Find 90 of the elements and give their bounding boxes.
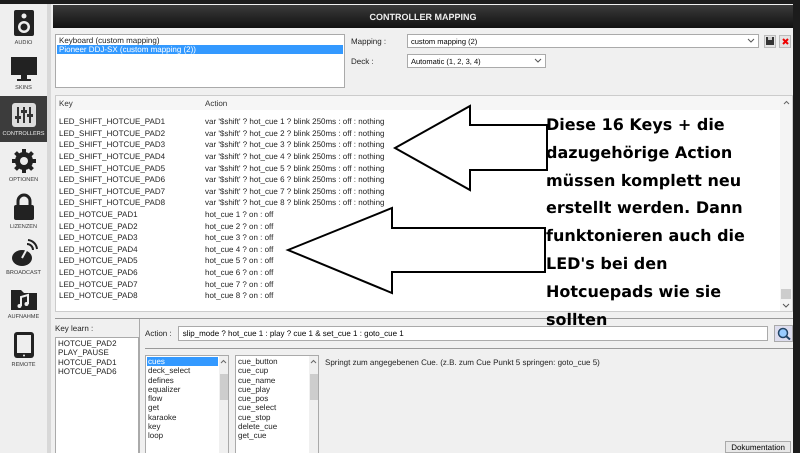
tablet-icon xyxy=(12,330,34,358)
action-cell: hot_cue 6 ? on : off xyxy=(205,268,274,278)
list-item[interactable]: key xyxy=(147,422,218,432)
action-cell: hot_cue 4 ? on : off xyxy=(205,244,274,254)
list-item[interactable]: karaoke xyxy=(147,412,218,422)
save-button[interactable] xyxy=(764,34,776,48)
action-cell: hot_cue 3 ? on : off xyxy=(205,233,274,242)
key-cell-text: LED_SHIFT_HOTCUE_PAD3 xyxy=(58,140,166,150)
chevron-down-icon xyxy=(747,38,755,44)
list-item[interactable]: cue_stop xyxy=(237,412,308,422)
action-cell: hot_cue 7 ? on : off xyxy=(205,280,274,289)
device-list[interactable]: Keyboard (custom mapping) Pioneer DDJ-SX (custom mapping (2)) xyxy=(55,34,345,88)
documentation-button[interactable]: Dokumentation xyxy=(725,441,791,453)
chevron-up-icon xyxy=(782,100,790,105)
search-button[interactable] xyxy=(774,325,793,342)
key-cell-text: LED_SHIFT_HOTCUE_PAD2 xyxy=(58,128,166,138)
chevron-up-icon xyxy=(220,359,227,364)
list-item[interactable]: HOTCUE_PAD6 xyxy=(57,366,137,376)
list-item[interactable]: cue_name xyxy=(237,376,308,385)
key-learn-label: Key learn : xyxy=(55,324,94,333)
monitor-icon xyxy=(10,56,38,82)
satellite-dish-icon xyxy=(10,238,38,266)
list-item[interactable]: loop xyxy=(147,431,218,441)
action-cell: hot_cue 5 ? on : off xyxy=(205,256,274,266)
action-cell: var '$shift' ? hot_cue 8 ? blink 250ms : off : nothing xyxy=(205,198,384,208)
category-list[interactable]: cues deck_select defines equalizer flow get karaoke key loop xyxy=(145,355,229,453)
column-header[interactable]: Key xyxy=(56,98,205,108)
list-item[interactable]: flow xyxy=(147,394,218,404)
scrollbar[interactable] xyxy=(780,96,792,311)
action-cell: hot_cue 8 ? on : off xyxy=(205,291,274,300)
list-item[interactable]: equalizer xyxy=(147,384,218,394)
action-cell: var '$shift' ? hot_cue 4 ? blink 250ms : off : nothing xyxy=(205,152,384,162)
mapping-label: Mapping : xyxy=(351,36,388,46)
key-cell-text: LED_SHIFT_HOTCUE_PAD4 xyxy=(58,152,166,162)
action-cell: var '$shift' ? hot_cue 7 ? blink 250ms : off : nothing xyxy=(205,186,384,196)
action-cell: var '$shift' ? hot_cue 5 ? blink 250ms : off : nothing xyxy=(205,164,384,173)
list-item[interactable]: cue_select xyxy=(237,403,308,413)
key-cell-text: LED_SHIFT_HOTCUE_PAD7 xyxy=(58,186,166,196)
list-item[interactable]: HOTCUE_PAD1 xyxy=(57,358,137,367)
key-cell-text: LED_HOTCUE_PAD2 xyxy=(58,222,139,231)
close-icon xyxy=(782,38,788,44)
chevron-down-icon xyxy=(782,303,790,309)
action-cell: var '$shift' ? hot_cue 1 ? blink 250ms : off : nothing xyxy=(205,117,384,126)
chevron-up-icon xyxy=(310,359,317,364)
delete-button[interactable] xyxy=(779,34,791,48)
key-cell-text: LED_HOTCUE_PAD5 xyxy=(58,256,139,266)
key-cell-text: LED_HOTCUE_PAD4 xyxy=(58,244,139,254)
list-item[interactable]: defines xyxy=(147,376,218,385)
action-cell: var '$shift' ? hot_cue 3 ? blink 250ms : off : nothing xyxy=(205,140,384,150)
key-cell-text: LED_SHIFT_HOTCUE_PAD5 xyxy=(58,164,166,173)
key-cell-text: LED_HOTCUE_PAD1 xyxy=(58,210,139,220)
search-icon xyxy=(776,327,790,340)
key-cell-text: LED_SHIFT_HOTCUE_PAD8 xyxy=(58,198,166,208)
action-cell: hot_cue 1 ? on : off xyxy=(205,210,274,220)
deck-label: Deck : xyxy=(351,56,375,66)
key-cell-text: LED_HOTCUE_PAD7 xyxy=(58,280,139,289)
command-list[interactable]: cue_button cue_cup cue_name cue_play cue_pos cue_select cue_stop delete_cue get_cue xyxy=(235,355,319,453)
scrollbar-thumb[interactable] xyxy=(781,289,791,299)
key-cell-text: LED_HOTCUE_PAD3 xyxy=(58,233,139,242)
key-cell-text: LED_SHIFT_HOTCUE_PAD6 xyxy=(58,175,166,184)
action-cell: var '$shift' ? hot_cue 6 ? blink 250ms : off : nothing xyxy=(205,175,384,184)
sliders-icon xyxy=(10,102,36,128)
action-cell: hot_cue 2 ? on : off xyxy=(205,222,274,231)
speaker-icon xyxy=(12,8,34,36)
lock-icon xyxy=(12,192,34,220)
list-item[interactable]: cue_button xyxy=(237,357,308,366)
action-label: Action : xyxy=(145,329,172,338)
list-item[interactable]: PLAY_PAUSE xyxy=(57,348,137,358)
list-item[interactable]: get xyxy=(147,403,218,413)
scrollbar-thumb[interactable] xyxy=(310,374,318,400)
description-text: Springt zum angegebenen Cue. (z.B. zum Cue Punkt 5 springen: goto_cue 5) xyxy=(325,358,600,367)
device-item[interactable]: Keyboard (custom mapping) xyxy=(57,36,343,45)
key-cell-text: LED_HOTCUE_PAD6 xyxy=(58,268,139,278)
list-item[interactable]: HOTCUE_PAD2 xyxy=(57,339,137,348)
key-learn-list[interactable]: HOTCUE_PAD2 PLAY_PAUSE HOTCUE_PAD1 HOTCUE_PAD6 xyxy=(55,337,139,453)
list-item[interactable]: get_cue xyxy=(237,431,308,441)
chevron-down-icon xyxy=(534,58,542,64)
list-item[interactable]: delete_cue xyxy=(237,422,308,432)
column-header[interactable]: Action xyxy=(205,98,228,108)
action-field[interactable]: slip_mode ? hot_cue 1 : play ? cue 1 & set_cue 1 : goto_cue 1 xyxy=(178,326,768,341)
list-item[interactable]: cue_pos xyxy=(237,394,308,404)
gear-icon xyxy=(10,148,36,174)
window-title: CONTROLLER MAPPING xyxy=(53,5,793,28)
scrollbar-thumb[interactable] xyxy=(220,374,228,400)
list-item[interactable]: cue_cup xyxy=(237,366,308,376)
list-item[interactable]: deck_select xyxy=(147,366,218,376)
list-item[interactable]: cue_play xyxy=(237,384,308,394)
key-cell-text: LED_HOTCUE_PAD8 xyxy=(58,291,139,300)
action-cell: var '$shift' ? hot_cue 2 ? blink 250ms : off : nothing xyxy=(205,128,384,138)
key-cell-text: LED_SHIFT_HOTCUE_PAD1 xyxy=(58,117,166,126)
